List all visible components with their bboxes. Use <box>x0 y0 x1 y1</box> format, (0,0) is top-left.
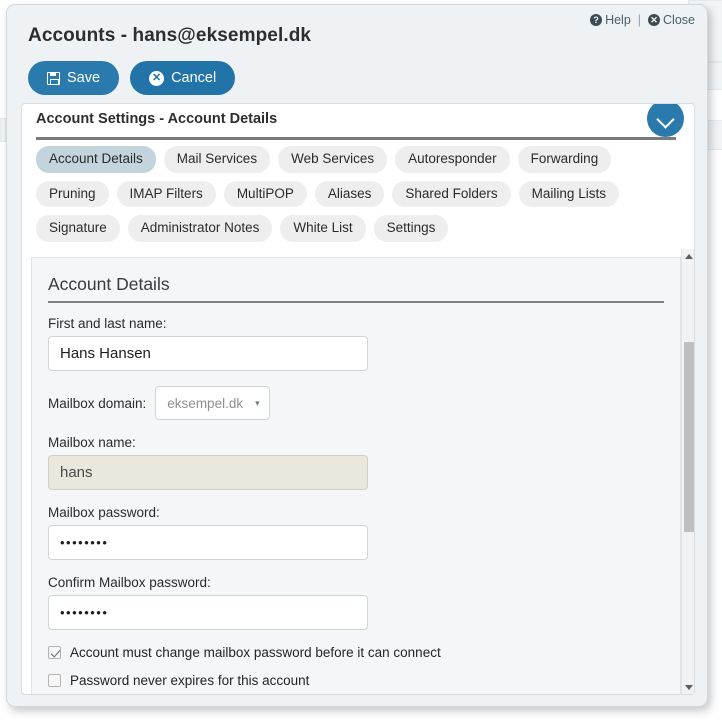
tab-forwarding[interactable]: Forwarding <box>517 146 612 173</box>
password-never-expires-row[interactable]: Password never expires for this account <box>48 673 664 688</box>
tab-multipop[interactable]: MultiPOP <box>223 180 307 208</box>
panel-header: Account Settings - Account Details <box>22 104 694 140</box>
x-circle-icon: ✕ <box>149 70 165 86</box>
question-circle-icon: ? <box>590 14 603 26</box>
save-button-label: Save <box>67 70 101 86</box>
tab-autoresponder[interactable]: Autoresponder <box>395 146 510 173</box>
settings-scroll-area: Account Details First and last name: Mai… <box>23 249 694 694</box>
tab-web-services[interactable]: Web Services <box>278 146 388 173</box>
help-link[interactable]: ? Help <box>590 13 631 27</box>
tab-signature[interactable]: Signature <box>36 215 120 242</box>
must-change-password-label: Account must change mailbox password bef… <box>70 645 441 660</box>
must-change-password-row[interactable]: Account must change mailbox password bef… <box>48 645 664 660</box>
first-last-name-input[interactable] <box>48 336 368 371</box>
cancel-button-label: Cancel <box>171 70 217 86</box>
settings-tab-list: Account Details Mail Services Web Servic… <box>36 146 680 242</box>
section-title: Account Details <box>48 274 170 294</box>
scroll-thumb[interactable] <box>684 342 694 532</box>
account-details-form: Account Details First and last name: Mai… <box>31 257 681 694</box>
close-link[interactable]: ✕ Close <box>648 13 695 27</box>
mailbox-password-input[interactable] <box>48 525 368 560</box>
section-divider <box>48 301 664 303</box>
panel-title: Account Settings - Account Details <box>36 111 278 127</box>
tab-aliases[interactable]: Aliases <box>314 180 385 208</box>
must-change-password-checkbox[interactable] <box>48 646 61 659</box>
first-last-name-label: First and last name: <box>48 316 167 331</box>
tab-administrator-notes[interactable]: Administrator Notes <box>127 215 273 242</box>
tab-shared-folders[interactable]: Shared Folders <box>392 180 511 208</box>
page-title: Accounts - hans@eksempel.dk <box>28 25 312 46</box>
password-never-expires-label: Password never expires for this account <box>70 673 310 688</box>
mailbox-domain-row: Mailbox domain: eksempel.dk ▾ <box>48 386 664 420</box>
tab-white-list[interactable]: White List <box>280 215 366 242</box>
dialog-top-links: ? Help | ✕ Close <box>590 13 695 27</box>
confirm-mailbox-password-label: Confirm Mailbox password: <box>48 575 211 590</box>
floppy-disk-icon <box>47 71 60 85</box>
tab-settings[interactable]: Settings <box>373 215 449 242</box>
tab-imap-filters[interactable]: IMAP Filters <box>116 180 216 208</box>
scroll-down-arrow-icon[interactable] <box>682 680 694 694</box>
dialog-action-bar: Save ✕ Cancel <box>28 61 236 95</box>
scroll-up-arrow-icon[interactable] <box>682 249 694 263</box>
mailbox-name-input[interactable] <box>48 455 368 490</box>
form-scrollbar[interactable] <box>681 249 694 694</box>
tab-mailing-lists[interactable]: Mailing Lists <box>518 180 619 208</box>
chevron-down-icon[interactable] <box>647 104 684 137</box>
tab-account-details[interactable]: Account Details <box>36 146 156 173</box>
chevron-down-icon: ▾ <box>255 397 260 408</box>
accounts-dialog: ? Help | ✕ Close Accounts - hans@eksempe… <box>6 4 708 707</box>
mailbox-password-label: Mailbox password: <box>48 505 160 520</box>
help-link-label: Help <box>605 13 631 27</box>
password-never-expires-checkbox[interactable] <box>48 674 61 687</box>
tab-pruning[interactable]: Pruning <box>36 180 109 208</box>
account-settings-panel: Account Settings - Account Details Accou… <box>21 103 695 695</box>
save-button[interactable]: Save <box>28 61 120 95</box>
tab-mail-services[interactable]: Mail Services <box>163 146 271 173</box>
close-circle-icon: ✕ <box>648 14 661 26</box>
links-separator: | <box>637 13 642 27</box>
mailbox-domain-label: Mailbox domain: <box>48 395 147 411</box>
mailbox-domain-value: eksempel.dk <box>167 395 244 411</box>
confirm-mailbox-password-input[interactable] <box>48 595 368 630</box>
cancel-button[interactable]: ✕ Cancel <box>130 61 236 95</box>
close-link-label: Close <box>663 13 695 27</box>
mailbox-domain-select[interactable]: eksempel.dk ▾ <box>155 386 270 420</box>
mailbox-name-label: Mailbox name: <box>48 435 136 450</box>
panel-divider <box>36 137 676 140</box>
